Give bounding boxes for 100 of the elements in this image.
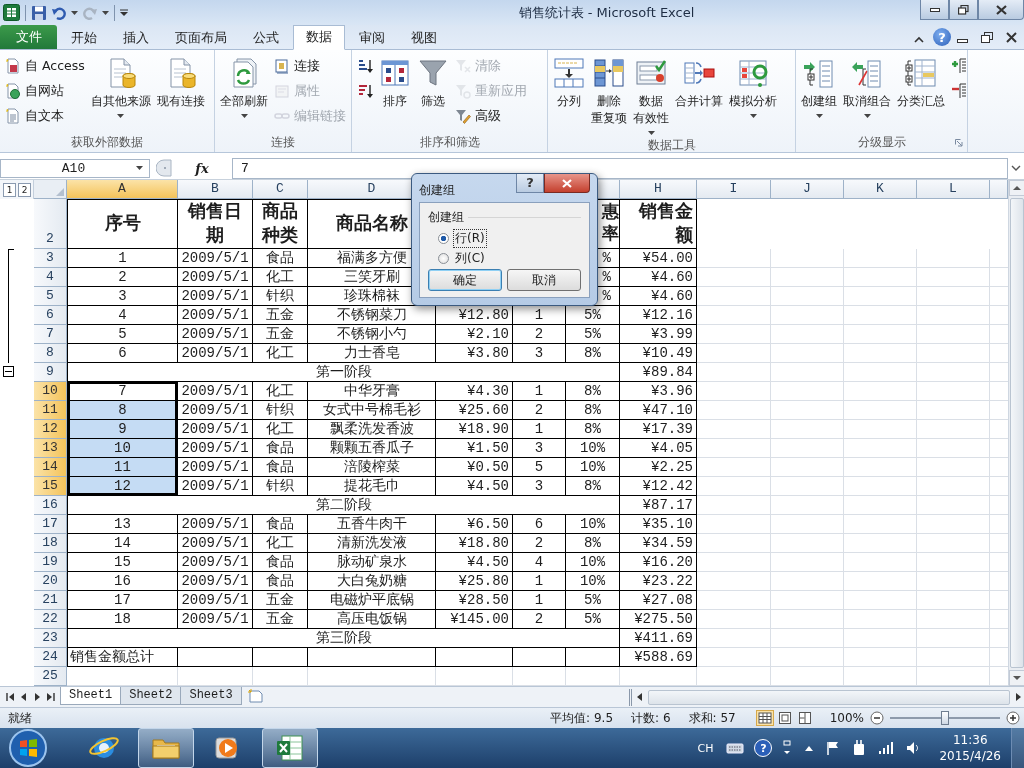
previous-sheet-icon[interactable] (19, 692, 29, 702)
radio-button[interactable] (438, 252, 449, 264)
signal-icon[interactable] (878, 741, 895, 755)
restore-icon[interactable] (981, 32, 993, 43)
column-header[interactable]: K (844, 180, 917, 199)
taskbar-button[interactable] (138, 728, 194, 768)
row-header[interactable]: 20 (34, 572, 67, 591)
ribbon-button[interactable]: 取消组合 (841, 55, 893, 120)
dialog-button[interactable]: 取消 (507, 269, 581, 291)
zoom-in-icon[interactable] (1006, 711, 1020, 725)
dialog-button[interactable]: 确定 (428, 269, 502, 291)
insert-function-button[interactable]: fx (172, 160, 232, 176)
column-header[interactable]: H (620, 180, 697, 199)
ribbon-button[interactable]: 现有连接 (154, 55, 207, 112)
row-header[interactable]: 13 (34, 439, 67, 458)
ribbon-button[interactable]: 自 Access (3, 56, 87, 76)
row-header[interactable]: 12 (34, 420, 67, 439)
close-icon[interactable] (1006, 32, 1017, 43)
power-icon[interactable] (852, 740, 867, 756)
undo-icon[interactable] (52, 5, 66, 20)
scroll-thumb[interactable] (1010, 198, 1024, 668)
row-header[interactable]: 19 (34, 553, 67, 572)
ribbon-button[interactable]: 自文本 (3, 106, 87, 126)
ribbon-button[interactable]: 数据 有效性 (631, 55, 671, 137)
row-header[interactable]: 11 (34, 401, 67, 420)
ribbon-tab[interactable]: 公式 (241, 27, 291, 49)
row-header[interactable]: 2 (34, 199, 67, 249)
row-header[interactable]: 9 (34, 363, 67, 382)
ribbon-button[interactable]: 高级 (453, 106, 529, 126)
first-sheet-icon[interactable] (6, 692, 16, 702)
ribbon-tab[interactable]: 数据 (293, 25, 345, 50)
volume-icon[interactable] (906, 741, 921, 755)
row-header[interactable]: 22 (34, 610, 67, 629)
collapse-ribbon-icon[interactable] (914, 36, 924, 43)
ribbon-button[interactable]: 自网站 (3, 81, 87, 101)
column-header[interactable]: B (178, 180, 253, 199)
row-header[interactable]: 8 (34, 344, 67, 363)
radio-label[interactable]: 列(C) (453, 248, 487, 268)
ribbon-tab[interactable]: 插入 (111, 27, 161, 49)
ribbon-button[interactable]: 筛选 (415, 55, 451, 112)
icon-button[interactable] (949, 81, 969, 101)
outline-level-button[interactable]: 1 (3, 182, 16, 197)
options-icon[interactable] (782, 740, 793, 756)
row-header[interactable]: 16 (34, 496, 67, 515)
ribbon-button[interactable]: 合并计算 (673, 55, 725, 112)
row-header[interactable]: 5 (34, 287, 67, 306)
row-header[interactable]: 21 (34, 591, 67, 610)
column-header[interactable]: I (697, 180, 771, 199)
column-header[interactable]: C (253, 180, 308, 199)
ribbon-button[interactable]: 创建组 (799, 55, 839, 120)
column-header[interactable]: L (917, 180, 990, 199)
ribbon-button[interactable]: 自其他来源 (88, 55, 153, 120)
clock-time[interactable]: 11:36 (952, 732, 988, 748)
name-box[interactable]: A10 (0, 158, 150, 178)
show-hidden-icons-icon[interactable] (804, 744, 815, 752)
ribbon-tab[interactable]: 页面布局 (163, 27, 239, 49)
ribbon-tab[interactable]: 审阅 (347, 27, 397, 49)
help-button[interactable]: ? (516, 174, 544, 193)
row-header[interactable]: 25 (34, 667, 67, 686)
row-header[interactable]: 17 (34, 515, 67, 534)
taskbar-button[interactable] (262, 728, 318, 768)
flag-icon[interactable] (826, 741, 841, 755)
collapse-button[interactable] (3, 366, 14, 377)
scroll-thumb[interactable] (648, 689, 1010, 705)
row-header[interactable]: 14 (34, 458, 67, 477)
save-icon[interactable] (31, 4, 47, 21)
row-header[interactable]: 10 (34, 382, 67, 401)
minimize-icon[interactable] (957, 39, 968, 43)
slider-thumb[interactable] (941, 711, 949, 725)
file-tab[interactable]: 文件 (0, 25, 57, 49)
ribbon-button[interactable]: 排序 (377, 55, 413, 112)
zoom-level[interactable]: 100% (829, 711, 864, 725)
minimize-button[interactable] (920, 0, 949, 20)
row-header[interactable]: 7 (34, 325, 67, 344)
sheet-tab[interactable]: Sheet2 (120, 687, 182, 705)
outline-level-button[interactable]: 2 (18, 182, 31, 197)
row-header[interactable]: 23 (34, 629, 67, 648)
ribbon-button[interactable]: 分列 (551, 55, 587, 112)
row-header[interactable]: 18 (34, 534, 67, 553)
ribbon-button[interactable]: 模拟分析 (727, 55, 779, 120)
scroll-down-icon[interactable] (1009, 670, 1024, 686)
row-header[interactable]: 4 (34, 268, 67, 287)
radio-button[interactable] (438, 232, 449, 244)
excel-icon[interactable] (3, 4, 20, 21)
row-header[interactable]: 15 (34, 477, 67, 496)
ribbon-button[interactable]: 删除 重复项 (589, 55, 629, 129)
column-header[interactable]: J (771, 180, 844, 199)
ribbon-tab[interactable]: 视图 (399, 27, 449, 49)
ribbon-button[interactable]: 分类汇总 (895, 55, 947, 112)
column-header[interactable]: A (67, 180, 178, 199)
row-header[interactable]: 24 (34, 648, 67, 667)
row-header[interactable]: 3 (34, 249, 67, 268)
expand-formula-icon[interactable] (1011, 164, 1021, 172)
sheet-tab[interactable]: Sheet1 (60, 687, 122, 705)
clock-date[interactable]: 2015/4/26 (939, 748, 1001, 764)
close-button[interactable] (978, 0, 1024, 20)
help-button[interactable]: ? (754, 739, 773, 757)
ribbon-button[interactable]: 全部刷新 (218, 55, 270, 120)
ribbon-button[interactable]: 连接 (272, 56, 348, 76)
last-sheet-icon[interactable] (45, 692, 55, 702)
